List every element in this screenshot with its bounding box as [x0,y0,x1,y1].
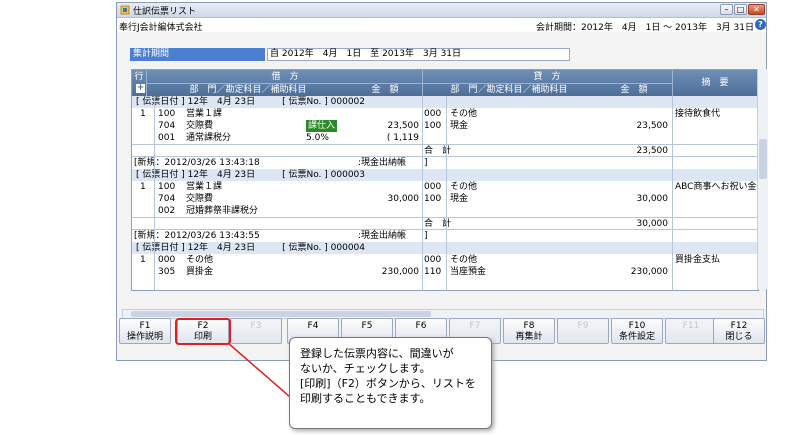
callout-line-2: ないか、チェックします。 [300,362,431,375]
explanation-callout: 登録した伝票内容に、間違いが ないか、チェックします。 [印刷]（F2）ボタンか… [289,337,492,429]
callout-line-3: [印刷]（F2）ボタンから、リストを [300,377,476,390]
callout-line-1: 登録した伝票内容に、間違いが [300,347,454,360]
callout-line-4: 印刷することもできます。 [300,392,431,405]
